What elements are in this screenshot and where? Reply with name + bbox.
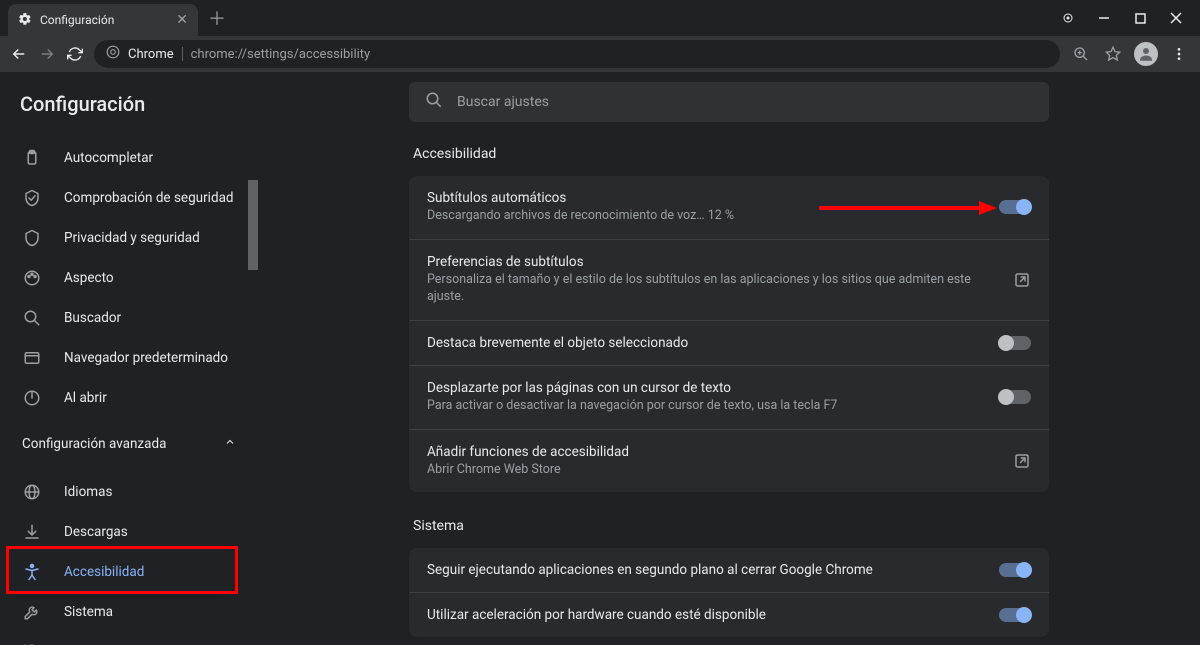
row-subtitle: Personaliza el tamaño y el estilo de los… — [427, 272, 1001, 306]
settings-row: Subtítulos automáticos Descargando archiv… — [409, 176, 1049, 240]
settings-panel: Seguir ejecutando aplicaciones en segund… — [409, 548, 1049, 637]
sidebar-item-power[interactable]: Al abrir — [0, 378, 258, 418]
sidebar-item-label: Comprobación de seguridad — [64, 190, 234, 206]
settings-row[interactable]: Añadir funciones de accesibilidad Abrir C… — [409, 430, 1049, 493]
toggle-switch[interactable] — [999, 563, 1031, 577]
window-titlebar: Configuración ✕ ＋ — [0, 0, 1200, 36]
settings-row: Utilizar aceleración por hardware cuando… — [409, 593, 1049, 637]
toggle-switch[interactable] — [999, 390, 1031, 404]
section-title: Accesibilidad — [409, 146, 1049, 162]
sidebar-item-wrench[interactable]: Sistema — [0, 592, 258, 632]
settings-row: Seguir ejecutando aplicaciones en segund… — [409, 548, 1049, 593]
external-link-icon — [1013, 452, 1031, 470]
sidebar-item-label: Privacidad y seguridad — [64, 230, 200, 246]
search-placeholder: Buscar ajustes — [457, 94, 549, 110]
sidebar-item-accessibility[interactable]: Accesibilidad — [0, 552, 258, 592]
new-tab-button[interactable]: ＋ — [208, 5, 226, 31]
sidebar-item-shield-check[interactable]: Comprobación de seguridad — [0, 178, 258, 218]
url-text: chrome://settings/accessibility — [191, 47, 371, 62]
sidebar-item-download[interactable]: Descargas — [0, 512, 258, 552]
sidebar-item-label: Aspecto — [64, 270, 114, 286]
row-title: Seguir ejecutando aplicaciones en segund… — [427, 562, 987, 578]
clipboard-icon — [22, 148, 42, 168]
palette-icon — [22, 268, 42, 288]
sidebar-item-label: Accesibilidad — [64, 564, 144, 580]
browser-tab[interactable]: Configuración ✕ — [8, 4, 198, 36]
row-title: Destaca brevemente el objeto seleccionad… — [427, 335, 987, 351]
sidebar: Configuración Autocompletar Comprobación … — [0, 72, 258, 645]
sidebar-item-shield[interactable]: Privacidad y seguridad — [0, 218, 258, 258]
zoom-icon[interactable] — [1070, 43, 1092, 65]
maximize-button[interactable] — [1124, 4, 1156, 32]
shield-check-icon — [22, 188, 42, 208]
forward-button[interactable] — [38, 45, 56, 63]
browser-toolbar: Chrome chrome://settings/accessibility — [0, 36, 1200, 72]
search-icon — [425, 91, 443, 113]
download-icon — [22, 522, 42, 542]
sidebar-item-label: Idiomas — [64, 484, 112, 500]
sidebar-item-label: Navegador predeterminado — [64, 350, 228, 366]
sidebar-item-globe[interactable]: Idiomas — [0, 472, 258, 512]
sidebar-title: Configuración — [0, 72, 258, 130]
section-title: Sistema — [409, 518, 1049, 534]
sidebar-item-palette[interactable]: Aspecto — [0, 258, 258, 298]
toggle-switch[interactable] — [999, 336, 1031, 350]
browser-icon — [22, 348, 42, 368]
gear-icon — [18, 11, 32, 30]
divider — [182, 47, 183, 61]
profile-avatar[interactable] — [1134, 42, 1158, 66]
row-title: Desplazarte por las páginas con un curso… — [427, 380, 987, 396]
row-title: Añadir funciones de accesibilidad — [427, 444, 1001, 460]
url-scheme-label: Chrome — [128, 47, 174, 62]
toggle-switch[interactable] — [999, 200, 1031, 214]
settings-row: Destaca brevemente el objeto seleccionad… — [409, 321, 1049, 366]
search-icon — [22, 308, 42, 328]
wrench-icon — [22, 602, 42, 622]
sidebar-item-restore[interactable]: Recuperar ajustes y borrar — [0, 632, 258, 645]
content-area: Buscar ajustes Accesibilidad Subtítulos a… — [258, 72, 1200, 645]
external-link-icon — [1013, 271, 1031, 289]
power-icon — [22, 388, 42, 408]
sidebar-item-clipboard[interactable]: Autocompletar — [0, 138, 258, 178]
settings-panel: Subtítulos automáticos Descargando archiv… — [409, 176, 1049, 492]
window-controls — [1052, 4, 1200, 32]
sidebar-item-label: Sistema — [64, 604, 113, 620]
tab-title: Configuración — [40, 13, 168, 27]
toggle-switch[interactable] — [999, 608, 1031, 622]
back-button[interactable] — [10, 45, 28, 63]
settings-row: Desplazarte por las páginas con un curso… — [409, 366, 1049, 430]
shield-icon — [22, 228, 42, 248]
row-subtitle: Descargando archivos de reconocimiento d… — [427, 208, 987, 225]
close-tab-icon[interactable]: ✕ — [176, 12, 188, 28]
scrollbar[interactable] — [248, 180, 258, 270]
star-icon[interactable] — [1102, 43, 1124, 65]
advanced-label: Configuración avanzada — [22, 436, 166, 452]
close-window-button[interactable] — [1160, 4, 1192, 32]
sidebar-item-search[interactable]: Buscador — [0, 298, 258, 338]
menu-icon[interactable] — [1168, 43, 1190, 65]
settings-search[interactable]: Buscar ajustes — [409, 82, 1049, 122]
row-title: Subtítulos automáticos — [427, 190, 987, 206]
reload-button[interactable] — [66, 45, 84, 63]
sidebar-item-label: Descargas — [64, 524, 128, 540]
row-title: Preferencias de subtítulos — [427, 254, 1001, 270]
circle-icon[interactable] — [1052, 4, 1084, 32]
row-subtitle: Abrir Chrome Web Store — [427, 462, 1001, 479]
advanced-section-toggle[interactable]: Configuración avanzada — [0, 418, 258, 464]
address-bar[interactable]: Chrome chrome://settings/accessibility — [94, 40, 1060, 68]
accessibility-icon — [22, 562, 42, 582]
settings-row[interactable]: Preferencias de subtítulos Personaliza el… — [409, 240, 1049, 321]
sidebar-item-browser[interactable]: Navegador predeterminado — [0, 338, 258, 378]
row-title: Utilizar aceleración por hardware cuando… — [427, 607, 987, 623]
minimize-button[interactable] — [1088, 4, 1120, 32]
globe-icon — [22, 482, 42, 502]
chrome-icon — [106, 45, 120, 63]
row-subtitle: Para activar o desactivar la navegación … — [427, 398, 987, 415]
sidebar-item-label: Al abrir — [64, 390, 107, 406]
sidebar-item-label: Buscador — [64, 310, 121, 326]
sidebar-item-label: Autocompletar — [64, 150, 153, 166]
chevron-up-icon — [224, 436, 236, 452]
